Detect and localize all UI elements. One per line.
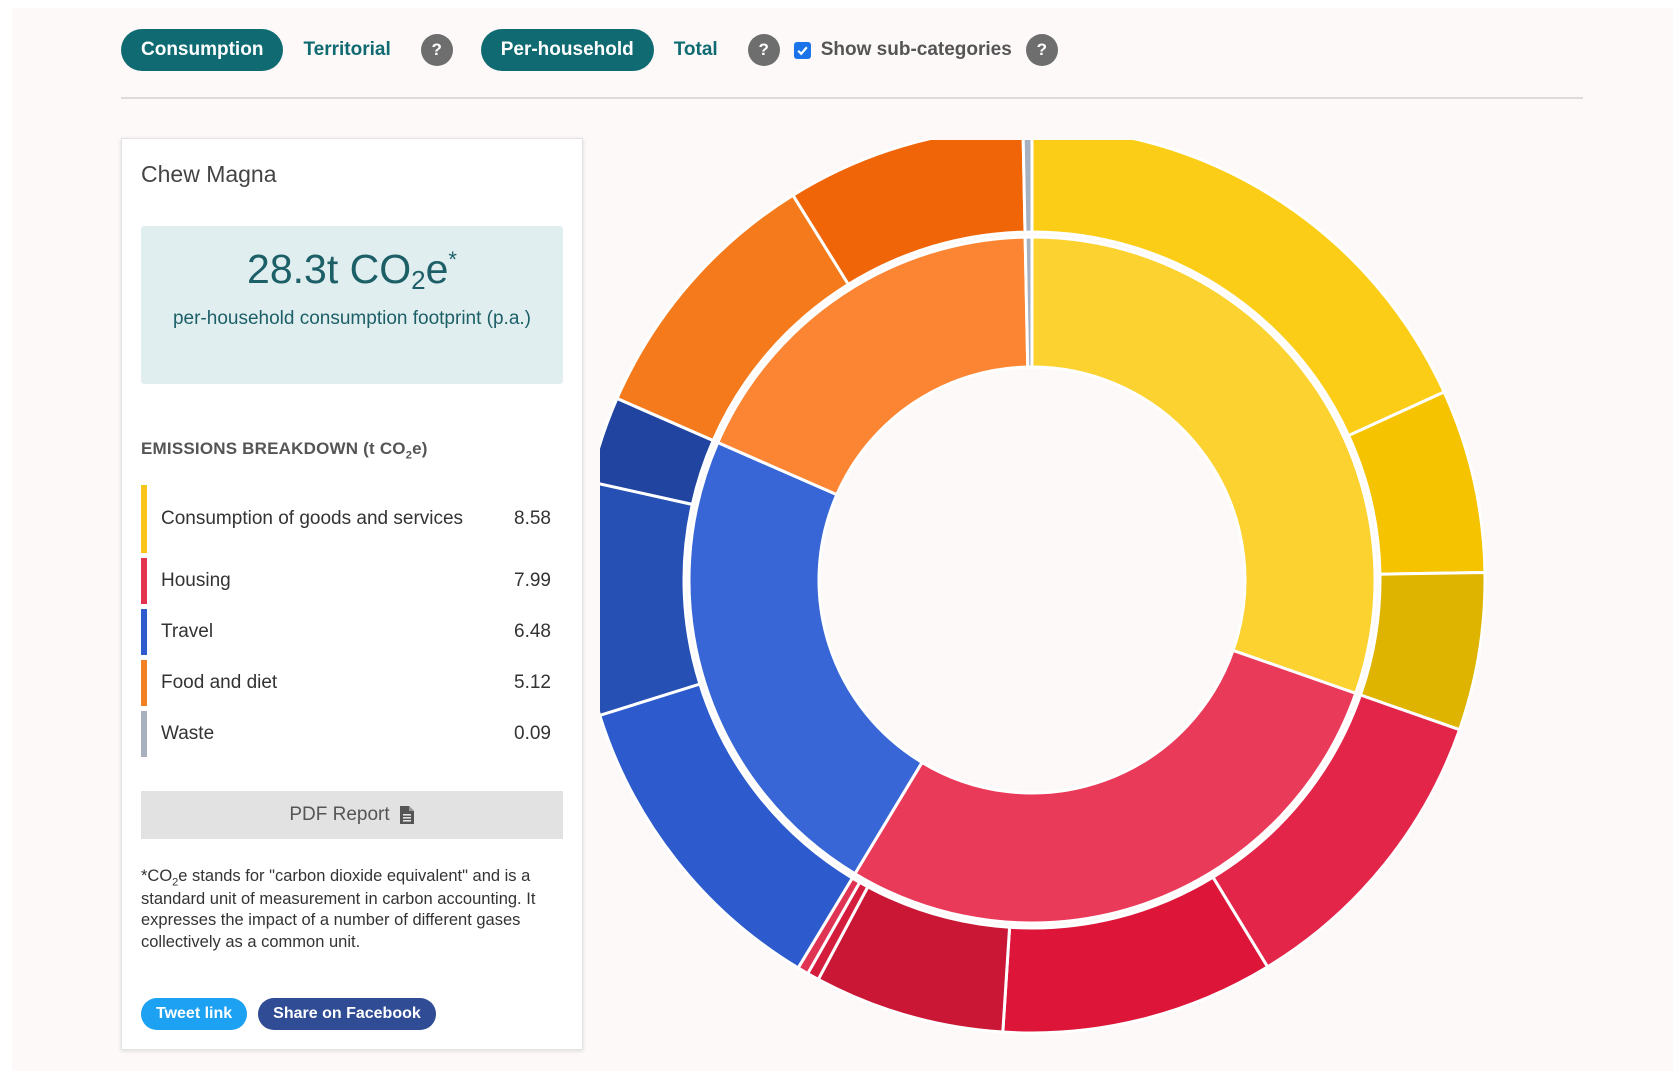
legend-value: 7.99 [514,570,551,591]
basis-help-icon[interactable]: ? [420,34,453,66]
legend-row[interactable]: Housing 7.99 [141,558,551,604]
share-buttons: Tweet link Share on Facebook [141,998,436,1030]
consumption-toggle[interactable]: Consumption [121,29,284,71]
toolbar: Consumption Territorial ? Per-household … [121,29,1086,71]
breakdown-legend: Consumption of goods and services 8.58 Hou… [141,485,551,762]
legend-label: Travel [161,620,214,642]
subcategories-label: Show sub-categories [820,39,1012,60]
territorial-toggle[interactable]: Territorial [303,39,390,61]
total-footprint-value: 28.3t CO2e* [247,246,457,295]
total-footprint-caption: per-household consumption footprint (p.a… [172,307,532,329]
legend-row[interactable]: Food and diet 5.12 [141,660,551,706]
share-facebook-button[interactable]: Share on Facebook [258,998,436,1030]
emissions-donut-chart [600,140,1487,1035]
legend-label: Waste [161,722,215,744]
donut-subcategory-slice[interactable] [600,482,702,717]
summary-card: Chew Magna 28.3t CO2e* per-household con… [121,138,583,1050]
legend-label: Housing [161,569,231,591]
total-footprint-box: 28.3t CO2e* per-household consumption fo… [141,226,563,384]
check-icon [797,46,808,55]
tweet-link-button[interactable]: Tweet link [141,998,248,1030]
legend-row[interactable]: Travel 6.48 [141,609,551,655]
total-toggle[interactable]: Total [674,39,718,61]
legend-row[interactable]: Waste 0.09 [141,711,551,757]
legend-value: 0.09 [514,723,551,744]
divider [121,97,1583,99]
co2e-footnote: *CO2e stands for "carbon dioxide equival… [141,867,536,951]
donut-subcategory-slice[interactable] [1021,140,1034,234]
subcategories-checkbox[interactable] [793,41,811,59]
subcategories-help-icon[interactable]: ? [1025,34,1058,66]
legend-value: 5.12 [514,672,551,693]
legend-row[interactable]: Consumption of goods and services 8.58 [141,485,551,553]
legend-value: 6.48 [514,621,551,642]
legend-value: 8.58 [514,508,551,529]
legend-label: Food and diet [161,671,278,693]
place-name: Chew Magna [141,161,277,187]
file-text-icon [399,806,414,824]
breakdown-title: EMISSIONS BREAKDOWN (t CO2e) [141,439,428,462]
subcategories-option[interactable]: Show sub-categories [793,39,1026,61]
scale-help-icon[interactable]: ? [747,34,780,66]
legend-label: Consumption of goods and services [161,507,464,529]
donut-category-slice[interactable] [1023,235,1034,369]
per-household-toggle[interactable]: Per-household [480,29,654,71]
pdf-report-button[interactable]: PDF Report [141,791,563,839]
